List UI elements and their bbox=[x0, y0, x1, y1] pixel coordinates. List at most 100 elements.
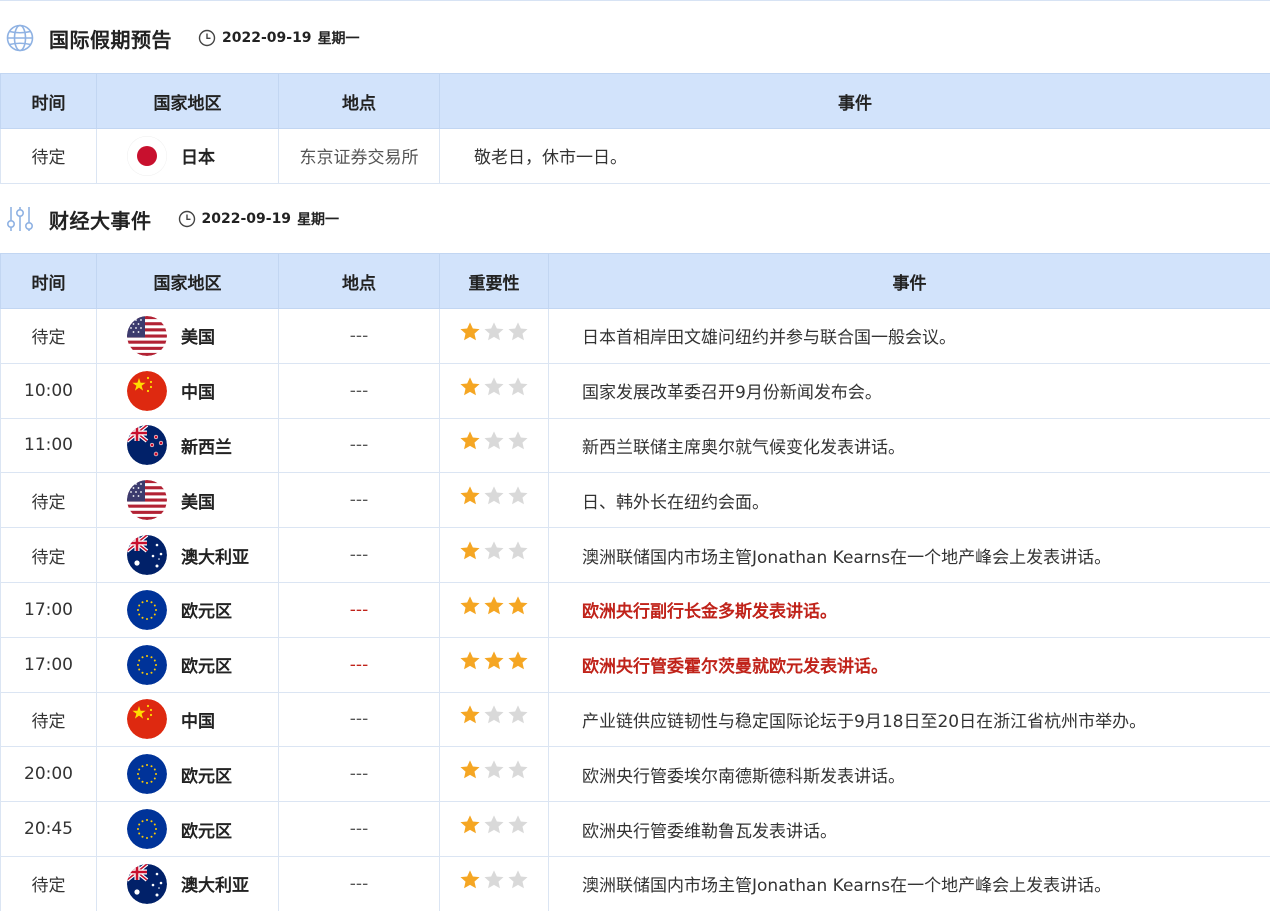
importance-rating bbox=[440, 595, 548, 617]
eurozone-flag-icon bbox=[127, 589, 167, 630]
australia-flag-icon bbox=[127, 535, 167, 576]
col-importance: 重要性 bbox=[439, 253, 549, 309]
country-name: 澳大利亚 bbox=[181, 547, 249, 568]
star-icon bbox=[459, 376, 481, 398]
country-cell: 欧元区 bbox=[96, 581, 279, 638]
event-cell: 澳洲联储国内市场主管Jonathan Kearns在一个地产峰会上发表讲话。 bbox=[548, 527, 1270, 583]
star-icon bbox=[483, 759, 505, 781]
country-cell: 欧元区 bbox=[96, 801, 279, 857]
importance-rating bbox=[440, 376, 548, 398]
event-cell: 欧洲央行管委维勒鲁瓦发表讲话。 bbox=[548, 801, 1270, 857]
time-cell: 待定 bbox=[0, 855, 97, 911]
events-table-header: 时间 国家地区 地点 重要性 事件 bbox=[0, 253, 1270, 309]
star-icon bbox=[507, 540, 529, 562]
col-event: 事件 bbox=[439, 73, 1270, 129]
japan-flag-icon bbox=[127, 135, 167, 176]
place-cell: 东京证券交易所 bbox=[278, 128, 440, 184]
country-cell: 欧元区 bbox=[96, 746, 279, 803]
new-zealand-flag-icon bbox=[127, 425, 167, 466]
table-row: 10:00 中国 --- 国家发展改革委召开9月份新闻发布会。 bbox=[0, 362, 1270, 419]
event-cell: 澳洲联储国内市场主管Jonathan Kearns在一个地产峰会上发表讲话。 bbox=[548, 855, 1270, 911]
table-row: 待定 美国 --- 日、韩外长在纽约会面。 bbox=[0, 472, 1270, 529]
china-flag-icon bbox=[127, 370, 167, 411]
time-cell: 待定 bbox=[0, 128, 97, 184]
eurozone-flag-icon bbox=[127, 644, 167, 685]
star-icon bbox=[507, 814, 529, 836]
table-row: 20:00 欧元区 --- 欧洲央行管委埃尔南德斯德科斯发表讲话。 bbox=[0, 746, 1270, 803]
time-cell: 17:00 bbox=[0, 636, 97, 693]
table-row: 17:00 欧元区 --- 欧洲央行管委霍尔茨曼就欧元发表讲话。 bbox=[0, 636, 1270, 693]
time-cell: 待定 bbox=[0, 308, 97, 364]
country-name: 欧元区 bbox=[181, 766, 232, 787]
col-event: 事件 bbox=[548, 253, 1270, 309]
star-icon bbox=[507, 430, 529, 452]
event-cell: 日本首相岸田文雄问纽约并参与联合国一般会议。 bbox=[548, 308, 1270, 364]
star-icon bbox=[483, 430, 505, 452]
col-country: 国家地区 bbox=[96, 253, 279, 309]
time-cell: 11:00 bbox=[0, 417, 97, 474]
country-name: 澳大利亚 bbox=[181, 876, 249, 897]
importance-rating bbox=[440, 869, 548, 891]
place-cell: --- bbox=[278, 746, 440, 803]
importance-rating bbox=[440, 321, 548, 343]
time-cell: 20:45 bbox=[0, 801, 97, 857]
clock-icon bbox=[178, 210, 196, 228]
event-cell: 敬老日，休市一日。 bbox=[439, 128, 1270, 184]
event-cell: 新西兰联储主席奥尔就气候变化发表讲话。 bbox=[548, 417, 1270, 474]
col-time: 时间 bbox=[0, 73, 97, 129]
star-icon bbox=[507, 376, 529, 398]
table-row: 20:45 欧元区 --- 欧洲央行管委维勒鲁瓦发表讲话。 bbox=[0, 801, 1270, 857]
place-cell: --- bbox=[278, 691, 440, 748]
importance-rating bbox=[440, 704, 548, 726]
country-name: 中国 bbox=[181, 383, 215, 404]
holiday-weekday: 星期一 bbox=[317, 31, 360, 47]
star-icon bbox=[507, 321, 529, 343]
star-icon bbox=[483, 704, 505, 726]
country-name: 中国 bbox=[181, 711, 215, 732]
event-cell: 日、韩外长在纽约会面。 bbox=[548, 472, 1270, 529]
table-row: 待定 澳大利亚 --- 澳洲联储国内市场主管Jonathan Kearns在一个地产峰… bbox=[0, 855, 1270, 911]
events-section-title: 财经大事件 bbox=[49, 208, 152, 233]
country-cell: 中国 bbox=[96, 362, 279, 419]
star-icon bbox=[459, 430, 481, 452]
events-date: 2022-09-19 星期一 bbox=[178, 209, 339, 229]
time-cell: 待定 bbox=[0, 472, 97, 529]
events-date-value: 2022-09-19 bbox=[201, 211, 292, 227]
star-icon bbox=[483, 869, 505, 891]
time-cell: 待定 bbox=[0, 527, 97, 583]
col-place: 地点 bbox=[278, 253, 440, 309]
star-icon bbox=[507, 595, 529, 617]
place-cell: --- bbox=[278, 308, 440, 364]
importance-rating bbox=[440, 430, 548, 452]
place-cell: --- bbox=[278, 472, 440, 529]
star-icon bbox=[459, 759, 481, 781]
eurozone-flag-icon bbox=[127, 809, 167, 850]
sliders-icon bbox=[5, 204, 35, 234]
importance-rating bbox=[440, 759, 548, 781]
table-row: 待定 美国 --- 日本首相岸田文雄问纽约并参与联合国一般会议。 bbox=[0, 308, 1270, 364]
star-icon bbox=[483, 321, 505, 343]
star-icon bbox=[459, 704, 481, 726]
star-icon bbox=[483, 540, 505, 562]
importance-cell bbox=[439, 472, 549, 529]
place-cell: --- bbox=[278, 581, 440, 638]
event-cell: 欧洲央行管委霍尔茨曼就欧元发表讲话。 bbox=[548, 636, 1270, 693]
importance-cell bbox=[439, 417, 549, 474]
table-row: 待定 澳大利亚 --- 澳洲联储国内市场主管Jonathan Kearns在一个地产峰… bbox=[0, 527, 1270, 583]
time-cell: 待定 bbox=[0, 691, 97, 748]
holiday-section-header: 国际假期预告 2022-09-19 星期一 bbox=[0, 18, 1270, 58]
event-cell: 欧洲央行副行长金多斯发表讲话。 bbox=[548, 581, 1270, 638]
importance-cell bbox=[439, 691, 549, 748]
star-icon bbox=[507, 704, 529, 726]
country-name: 新西兰 bbox=[181, 437, 232, 458]
holiday-table: 时间 国家地区 地点 事件 待定 日本 东京证券交易所 敬老日，休市一日。 bbox=[0, 73, 1270, 184]
events-table-body: 待定 美国 --- 日本首相岸田文雄问纽约并参与联合国一般会议。 10:00 中国 --- 国… bbox=[0, 308, 1270, 911]
star-icon bbox=[459, 321, 481, 343]
country-cell: 澳大利亚 bbox=[96, 855, 279, 911]
time-cell: 17:00 bbox=[0, 581, 97, 638]
star-icon bbox=[459, 595, 481, 617]
place-cell: --- bbox=[278, 362, 440, 419]
country-cell: 澳大利亚 bbox=[96, 527, 279, 583]
table-row: 待定 日本 东京证券交易所 敬老日，休市一日。 bbox=[0, 128, 1270, 184]
star-icon bbox=[507, 485, 529, 507]
